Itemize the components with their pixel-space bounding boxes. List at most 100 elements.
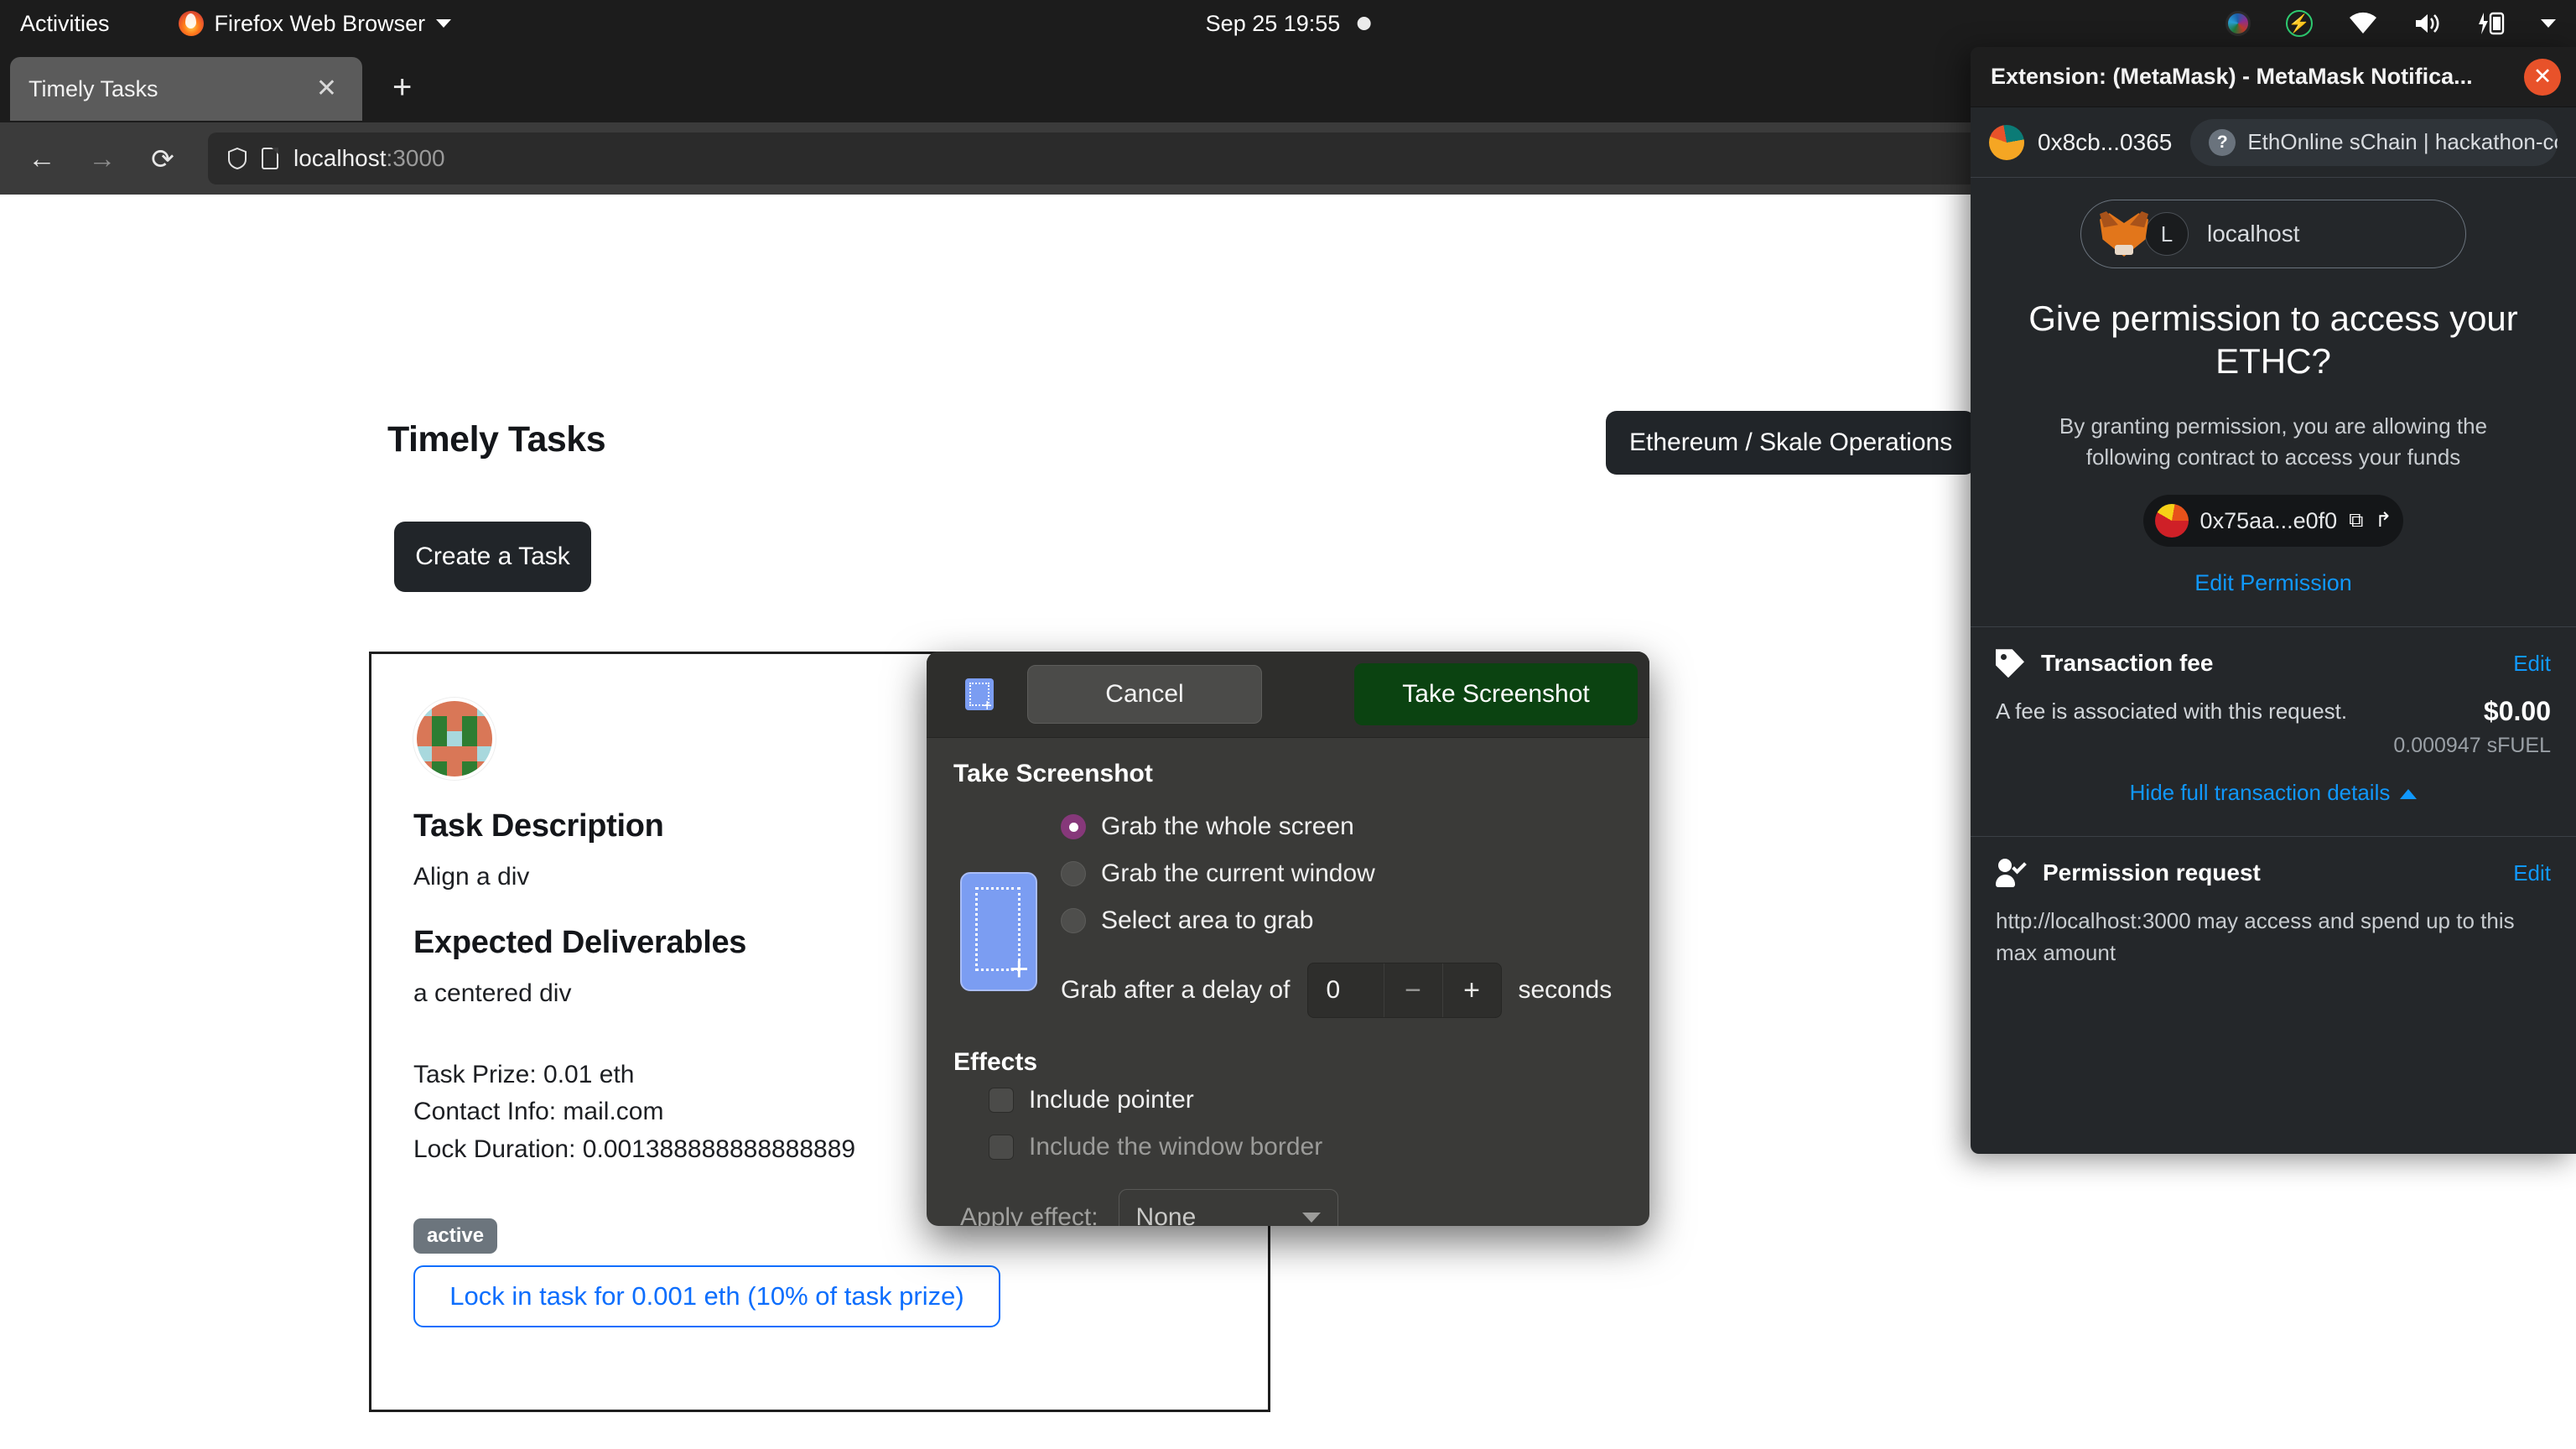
checkbox-include-window-border[interactable]: Include the window border: [989, 1124, 1649, 1171]
identicon-cell: [447, 701, 462, 716]
battery-icon[interactable]: [2477, 11, 2506, 36]
radio-icon[interactable]: [1061, 861, 1086, 886]
hide-transaction-details-link[interactable]: Hide full transaction details: [1996, 780, 2551, 806]
identicon-cell: [447, 716, 462, 731]
camera-icon[interactable]: [2225, 11, 2251, 36]
edit-fee-link[interactable]: Edit: [2513, 651, 2551, 677]
origin-label: localhost: [2207, 221, 2300, 247]
url-host: localhost: [293, 145, 387, 171]
avatar: [413, 698, 496, 780]
contract-address-pill[interactable]: 0x75aa...e0f0 ⧉ ↱: [2143, 495, 2403, 548]
chain-operations-button[interactable]: Ethereum / Skale Operations: [1606, 411, 1976, 475]
status-badge: active: [413, 1218, 498, 1254]
screenshot-dialog-header: Cancel Take Screenshot: [927, 652, 1649, 738]
help-icon[interactable]: ?: [2209, 128, 2236, 156]
shield-icon[interactable]: [228, 147, 247, 170]
delay-stepper[interactable]: 0 − +: [1306, 963, 1502, 1018]
permission-request-title: Permission request: [2043, 860, 2261, 886]
fee-usd-amount: $0.00: [2483, 696, 2551, 727]
system-status-area[interactable]: ⚡: [2225, 10, 2556, 37]
back-button[interactable]: ←: [12, 133, 72, 184]
radio-grab-current-window[interactable]: Grab the current window: [1061, 850, 1649, 897]
tab-timely-tasks[interactable]: Timely Tasks ✕: [10, 57, 362, 121]
new-tab-button[interactable]: +: [392, 70, 412, 104]
copy-icon[interactable]: ⧉: [2349, 511, 2363, 531]
effects-section: Effects Include pointer Include the wind…: [953, 1048, 1649, 1226]
radio-grab-whole-screen[interactable]: Grab the whole screen: [1061, 803, 1649, 850]
permission-subtext: By granting permission, you are allowing…: [2059, 413, 2488, 470]
open-external-icon[interactable]: ↱: [2375, 511, 2392, 531]
page-info-icon[interactable]: [262, 148, 278, 169]
transaction-fee-row: A fee is associated with this request. $…: [1996, 696, 2551, 758]
identicon-cell: [462, 716, 477, 731]
delay-decrement-button[interactable]: −: [1383, 963, 1442, 1017]
radio-icon[interactable]: [1061, 908, 1086, 933]
apply-effect-select[interactable]: None: [1118, 1189, 1338, 1226]
apply-effect-value: None: [1135, 1203, 1197, 1226]
forward-button[interactable]: →: [72, 133, 132, 184]
identicon-cell: [462, 746, 477, 761]
clock-menu[interactable]: Sep 25 19:55: [1206, 11, 1371, 37]
edit-permission-link[interactable]: Edit Permission: [1996, 570, 2551, 596]
radio-label: Grab the current window: [1101, 860, 1375, 887]
metamask-fox-icon: [2100, 211, 2148, 257]
chevron-down-icon: [436, 19, 452, 28]
create-task-button[interactable]: Create a Task: [394, 522, 591, 592]
url-port: :3000: [386, 145, 445, 171]
radio-label: Select area to grab: [1101, 906, 1314, 934]
wifi-icon[interactable]: [2348, 12, 2378, 35]
volume-icon[interactable]: [2413, 12, 2442, 35]
url-text: localhost:3000: [293, 145, 445, 172]
identicon-cell: [477, 731, 492, 746]
delay-row: Grab after a delay of 0 − + seconds: [1061, 963, 1649, 1018]
delay-increment-button[interactable]: +: [1441, 963, 1501, 1017]
account-address[interactable]: 0x8cb...0365: [2038, 129, 2172, 156]
active-app-label: Firefox Web Browser: [214, 10, 426, 36]
permission-request-text: http://localhost:3000 may access and spe…: [1996, 908, 2515, 965]
metamask-notification-window: Extension: (MetaMask) - MetaMask Notific…: [1971, 47, 2576, 1154]
checkbox-icon[interactable]: [989, 1135, 1014, 1160]
origin-pill: L localhost: [2080, 200, 2466, 268]
chevron-down-icon: [1301, 1213, 1321, 1223]
page-title: Timely Tasks: [387, 419, 606, 460]
identicon-cell: [417, 731, 432, 746]
radio-icon[interactable]: [1061, 814, 1086, 839]
identicon-cell: [432, 701, 447, 716]
reload-button[interactable]: ⟳: [132, 133, 193, 184]
checkbox-label: Include the window border: [1029, 1133, 1323, 1161]
bolt-icon[interactable]: ⚡: [2286, 10, 2313, 37]
edit-permission-request-link[interactable]: Edit: [2513, 860, 2551, 886]
metamask-window-title: Extension: (MetaMask) - MetaMask Notific…: [1991, 64, 2473, 89]
hide-details-label: Hide full transaction details: [2129, 780, 2391, 806]
origin-avatar: L: [2145, 212, 2189, 256]
transaction-fee-section: Transaction fee Edit A fee is associated…: [1971, 627, 2576, 806]
lock-in-task-button[interactable]: Lock in task for 0.001 eth (10% of task …: [413, 1265, 1000, 1328]
transaction-fee-header: Transaction fee Edit: [1996, 649, 2551, 678]
network-pill[interactable]: ? EthOnline sChain | hackathon-comp: [2190, 118, 2558, 166]
checkbox-include-pointer[interactable]: Include pointer: [989, 1077, 1649, 1124]
identicon-cell: [417, 761, 432, 776]
radio-select-area[interactable]: Select area to grab: [1061, 897, 1649, 944]
identicon-cell: [417, 746, 432, 761]
person-check-icon: [1996, 859, 2027, 888]
close-icon[interactable]: ✕: [2524, 58, 2561, 96]
cancel-button[interactable]: Cancel: [1027, 665, 1262, 724]
identicon-cell: [417, 701, 432, 716]
clock-label: Sep 25 19:55: [1205, 10, 1341, 36]
metamask-body: L localhost Give permission to access yo…: [1971, 178, 2576, 596]
identicon-grid: [417, 701, 492, 776]
screenshot-dialog: Cancel Take Screenshot Take Screenshot +…: [927, 652, 1649, 1226]
identicon-cell: [432, 746, 447, 761]
screenshot-dialog-body: Take Screenshot + Grab the whole screen …: [927, 738, 1649, 1226]
checkbox-icon[interactable]: [989, 1088, 1014, 1113]
chevron-down-icon[interactable]: [2541, 19, 2556, 28]
take-screenshot-section-title: Take Screenshot: [953, 760, 1153, 787]
radio-label: Grab the whole screen: [1101, 813, 1354, 840]
delay-value[interactable]: 0: [1308, 976, 1384, 1005]
take-screenshot-button[interactable]: Take Screenshot: [1354, 663, 1638, 725]
identicon-cell: [477, 701, 492, 716]
active-app-menu[interactable]: Firefox Web Browser: [178, 10, 452, 37]
activities-button[interactable]: Activities: [20, 11, 110, 37]
account-avatar-icon: [1989, 124, 2024, 160]
close-icon[interactable]: ✕: [309, 73, 344, 105]
